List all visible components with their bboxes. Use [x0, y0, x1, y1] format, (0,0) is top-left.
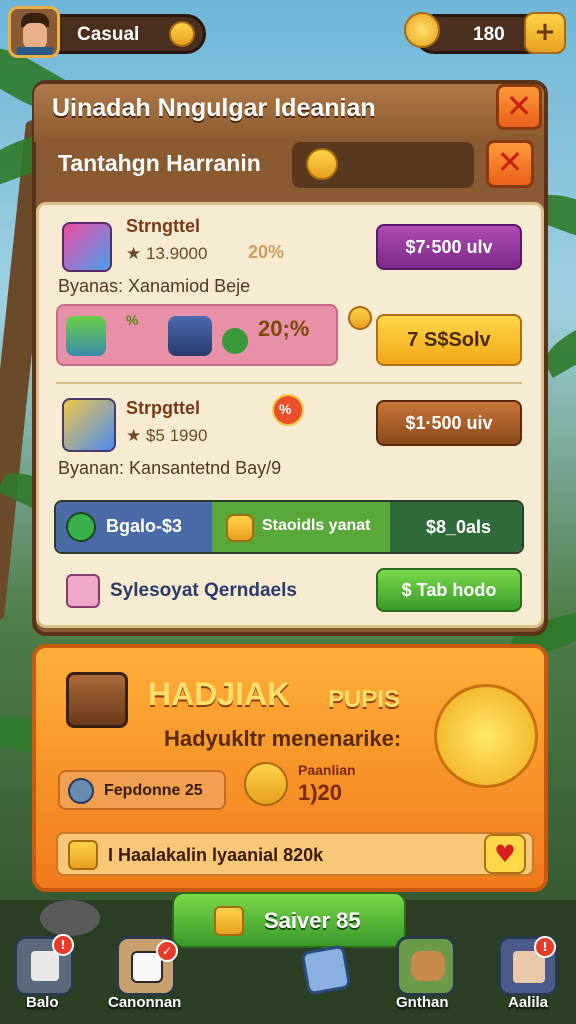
offer-2-desc: Byanan: Kansantetnd Bay/9	[58, 458, 282, 478]
coin-icon	[348, 306, 372, 330]
tab-bar: Bgalo-$3 Staoidls yanat $8_0als	[54, 500, 524, 554]
avatar[interactable]	[8, 6, 60, 58]
box-icon	[68, 840, 98, 870]
add-currency-button[interactable]: +	[524, 12, 566, 54]
key-icon	[306, 148, 338, 180]
checkbox[interactable]	[66, 574, 100, 608]
coin-icon	[404, 12, 440, 48]
blocks-icon	[66, 316, 106, 356]
tab-bgalo-label: Bgalo-$3	[106, 516, 183, 536]
main-action-label: Saiver 85	[264, 908, 361, 933]
bundle-row[interactable]: % 20;%	[56, 304, 338, 366]
gift-icon	[214, 906, 244, 936]
nav-canonnan-label: Canonnan	[108, 994, 182, 1011]
main-action-button[interactable]: Saiver 85	[172, 892, 406, 948]
sale-tag-icon: %	[272, 394, 304, 426]
gem-icon	[226, 514, 254, 542]
close-icon: ✕	[505, 87, 533, 125]
crate-icon	[168, 316, 212, 356]
shirt-icon	[31, 951, 59, 981]
countdown-caption: Paanlian	[298, 762, 356, 778]
footer-row-label: Sylesoyat Qerndaels	[110, 580, 297, 601]
heart-button[interactable]: ♥	[484, 834, 526, 874]
dialog-subtitle: Tantahgn Harranin	[58, 150, 261, 176]
notification-badge: !	[52, 934, 74, 956]
currency-value: 180	[473, 24, 505, 45]
offer-2-name: Strpgttel	[126, 398, 200, 418]
offer-1-name: Strngttel	[126, 216, 200, 236]
bundle-discount: 20;%	[258, 316, 310, 341]
bonus-subtitle: Hadyukltr menenarike:	[164, 726, 402, 751]
tab-8oals-label: $8_0als	[426, 517, 492, 537]
bundle-buy-button[interactable]: 7 S$Solv	[376, 314, 522, 366]
offer-1-buy-button[interactable]: $7·500 ulv	[376, 224, 522, 270]
divider	[56, 382, 522, 384]
nav-aalila-label: Aalila	[508, 994, 549, 1011]
plant-icon	[222, 328, 248, 354]
notification-badge: !	[534, 936, 556, 958]
offer-2-buy-button[interactable]: $1·500 uiv	[376, 400, 522, 446]
clear-search-button[interactable]: ✕	[486, 140, 534, 188]
tab-8oals[interactable]: $8_0als	[390, 502, 522, 552]
tab-staoidls[interactable]: Staoidls yanat	[212, 502, 390, 552]
shield-icon	[66, 512, 96, 542]
countdown-value: 1)20	[298, 780, 343, 805]
nav-gnthan[interactable]	[396, 936, 456, 996]
tab-staoidls-label: Staoidls yanat	[262, 517, 371, 534]
dialog-title-bar: Uinadah Nngulgar Ideanian	[34, 84, 544, 142]
timer-chip: Fepdonne 25	[58, 770, 226, 810]
bonus-title: HADJIAK	[148, 676, 291, 712]
treasure-chest-icon	[66, 672, 128, 728]
heart-icon: ♥	[494, 840, 516, 868]
plus-icon: +	[534, 17, 556, 47]
tab-bgalo[interactable]: Bgalo-$3	[56, 502, 212, 552]
bonus-title-small: PUPIS	[328, 686, 401, 713]
lock-icon[interactable]	[169, 21, 195, 47]
dialog-title: Uinadah Nngulgar Ideanian	[52, 94, 376, 122]
bread-icon	[411, 951, 445, 981]
reward-row[interactable]: I Haalakalin lyaanial 820k	[56, 832, 534, 876]
footer-row-button[interactable]: $ Tab hodo	[376, 568, 522, 612]
smiley-coin-icon	[434, 684, 538, 788]
offer-2-discount: %	[279, 401, 292, 417]
mode-label: Casual	[77, 24, 140, 45]
cube-icon[interactable]	[300, 944, 352, 996]
close-icon: ✕	[496, 143, 524, 181]
reward-text: I Haalakalin lyaanial 820k	[108, 845, 324, 865]
check-icon	[68, 778, 94, 804]
bonus-panel: HADJIAK PUPIS Hadyukltr menenarike: Fepd…	[32, 644, 548, 892]
offer-1-price: ★ 13.9000	[126, 244, 208, 263]
bundle-tag: %	[126, 312, 139, 328]
token-icon	[244, 762, 288, 806]
subtitle-bar: Tantahgn Harranin	[46, 138, 476, 192]
toy-box-icon	[62, 398, 116, 452]
gift-box-icon	[62, 222, 112, 272]
notification-badge: ✓	[156, 940, 178, 962]
offer-2-price: ★ $5 1990	[126, 426, 208, 445]
nav-balo-label: Balo	[26, 994, 59, 1011]
close-button[interactable]: ✕	[496, 84, 542, 130]
offer-1-desc: Byanas: Xanamiod Beje	[58, 276, 251, 296]
offer-1-discount: 20%	[248, 242, 285, 262]
timer-label: Fepdonne 25	[104, 782, 203, 799]
nav-gnthan-label: Gnthan	[396, 994, 449, 1011]
